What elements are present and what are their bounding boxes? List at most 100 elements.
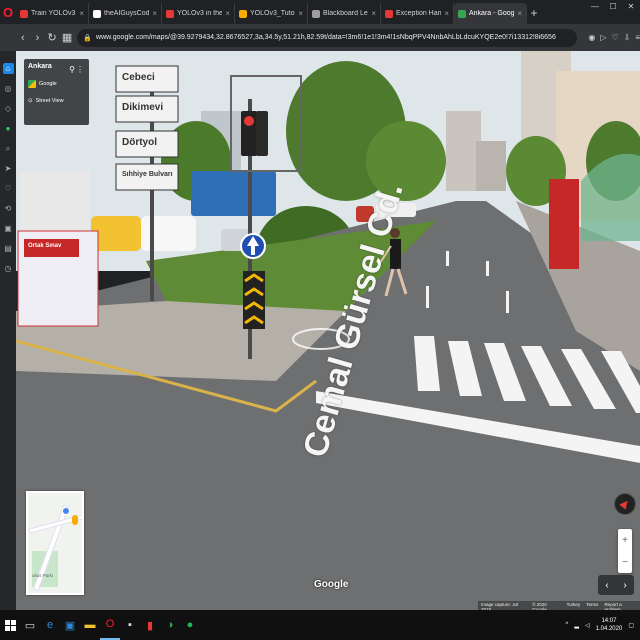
- navigation-arrows: ‹ ›: [598, 575, 634, 595]
- download-icon[interactable]: ⇩: [624, 33, 631, 42]
- network-icon[interactable]: ▂: [574, 622, 579, 629]
- windows-icon: [4, 619, 16, 631]
- tab-title: Train YOLOv3 Custom Object: [31, 10, 76, 17]
- pin-icon[interactable]: ⚲: [69, 65, 75, 74]
- url-field[interactable]: 🔒 www.google.com/maps/@39.9279434,32.867…: [77, 28, 578, 47]
- opera-taskbar-icon[interactable]: O: [100, 610, 120, 640]
- report-link[interactable]: Report a problem: [604, 602, 637, 610]
- address-bar: ‹ › ↻ ▦ 🔒 www.google.com/maps/@39.927943…: [0, 24, 640, 51]
- arrow-right-icon[interactable]: ›: [623, 580, 626, 591]
- new-tab-button[interactable]: +: [527, 3, 541, 24]
- zoom-controls: + −: [618, 529, 632, 573]
- favicon-icon: [239, 9, 247, 18]
- url-text: www.google.com/maps/@39.9279434,32.86765…: [96, 34, 556, 41]
- edge-icon[interactable]: e: [40, 610, 60, 640]
- whatsapp-icon[interactable]: ●: [3, 123, 14, 134]
- close-tab-icon[interactable]: ×: [298, 9, 303, 18]
- send-icon[interactable]: ➤: [3, 163, 14, 174]
- close-window-icon[interactable]: ✕: [622, 0, 640, 14]
- zoom-in-button[interactable]: +: [622, 535, 628, 546]
- country: Turkey: [566, 602, 581, 607]
- search-icon[interactable]: ⌕: [3, 143, 14, 154]
- minimap[interactable]: ultus Parkı: [26, 491, 84, 595]
- close-tab-icon[interactable]: ×: [79, 9, 84, 18]
- compass-icon[interactable]: [614, 493, 636, 515]
- minimap-label: ultus Parkı: [32, 573, 54, 578]
- forward-icon[interactable]: ›: [33, 32, 43, 44]
- capture-date: Image capture: Jul 2018: [481, 602, 519, 610]
- start-button[interactable]: [0, 610, 20, 640]
- favicon-icon: [20, 9, 28, 18]
- news-icon[interactable]: ▤: [3, 243, 14, 254]
- tab-1[interactable]: theAIGuysCode/OIDv4×: [89, 3, 162, 24]
- google-maps-icon: [28, 80, 36, 88]
- address-card[interactable]: Ankara ⚲ ⋮ Google ⊙ Street View: [24, 59, 89, 125]
- close-tab-icon[interactable]: ×: [152, 9, 157, 18]
- favicon-icon: [385, 9, 393, 18]
- tab-title: YOLOv3_Tutorial.ipynb: [250, 10, 295, 17]
- clock[interactable]: 14:07 1.04.2020: [596, 617, 623, 633]
- file-explorer-icon[interactable]: ▬: [80, 610, 100, 640]
- banner-text: Ortak Sınav: [28, 243, 62, 249]
- chevron-up-icon[interactable]: ^: [566, 622, 569, 628]
- tab-title: Exception Handling 1: [396, 10, 442, 17]
- close-tab-icon[interactable]: ×: [444, 9, 449, 18]
- maximize-icon[interactable]: ☐: [604, 0, 622, 14]
- map-footer: Image capture: Jul 2018 © 2020 Google Tu…: [478, 601, 640, 610]
- tab-title: Blackboard Learn: [323, 10, 368, 17]
- street-view-panorama[interactable]: [16, 51, 640, 610]
- tab-0[interactable]: Train YOLOv3 Custom Object×: [16, 3, 89, 24]
- street-view[interactable]: Cebeci Dikimevi Dörtyol Sıhhiye Bulvarı …: [16, 51, 640, 610]
- menu-icon[interactable]: ≡: [635, 33, 640, 42]
- favicon-icon: [458, 9, 466, 18]
- lock-icon: 🔒: [83, 34, 93, 42]
- volume-icon[interactable]: ◁: [585, 622, 590, 629]
- tab-2[interactable]: YOLOv3 in the CLOUD×: [162, 3, 235, 24]
- arrow-left-icon[interactable]: ‹: [605, 580, 608, 591]
- sign-sihhiye: Sıhhiye Bulvarı: [122, 171, 173, 178]
- time: 14:07: [601, 618, 617, 624]
- home-icon[interactable]: ⌂: [2, 63, 14, 74]
- spotify-icon[interactable]: ●: [180, 610, 200, 640]
- clock-icon[interactable]: ◷: [3, 263, 14, 274]
- vk-icon[interactable]: ◇: [3, 103, 14, 114]
- opera-logo-icon[interactable]: O: [0, 0, 16, 24]
- pegman-icon[interactable]: [72, 515, 78, 525]
- notifications-icon[interactable]: ▢: [628, 622, 634, 629]
- tab-title: Ankara - Google Maps: [469, 10, 515, 17]
- task-view-icon[interactable]: ▭: [20, 610, 40, 640]
- street-view-label: Street View: [35, 98, 64, 104]
- close-tab-icon[interactable]: ×: [371, 9, 376, 18]
- zoom-out-button[interactable]: −: [622, 557, 628, 568]
- window-controls: — ☐ ✕: [586, 0, 640, 14]
- close-tab-icon[interactable]: ×: [517, 9, 522, 18]
- media-icon[interactable]: ▮: [140, 610, 160, 640]
- tab-3[interactable]: YOLOv3_Tutorial.ipynb×: [235, 3, 308, 24]
- messenger-icon[interactable]: ◎: [3, 83, 14, 94]
- terminal-icon[interactable]: ▪: [120, 610, 140, 640]
- close-tab-icon[interactable]: ×: [225, 9, 230, 18]
- minimize-icon[interactable]: —: [586, 0, 604, 14]
- heart-icon[interactable]: ♡: [3, 183, 14, 194]
- location-dot-icon: [62, 507, 70, 515]
- tab-4[interactable]: Blackboard Learn×: [308, 3, 381, 24]
- system-tray: ^ ▂ ◁ 14:07 1.04.2020 ▢: [566, 610, 634, 640]
- date: 1.04.2020: [595, 626, 623, 632]
- reload-icon[interactable]: ↻: [47, 31, 57, 44]
- more-options-icon[interactable]: ⋮: [76, 65, 84, 74]
- tabs-overview-icon[interactable]: ▦: [62, 31, 72, 44]
- favicon-icon: [93, 9, 101, 18]
- camera-icon[interactable]: ◉: [588, 33, 595, 42]
- tab-6[interactable]: Ankara - Google Maps×: [454, 3, 527, 24]
- history-icon[interactable]: ⟲: [3, 203, 14, 214]
- heart-icon[interactable]: ♡: [611, 33, 618, 42]
- tab-5[interactable]: Exception Handling 1×: [381, 3, 454, 24]
- toolbar-icons: ◉ ▷ ♡ ⇩ ≡: [588, 33, 640, 42]
- back-icon[interactable]: ‹: [18, 32, 28, 44]
- store-icon[interactable]: ▣: [60, 610, 80, 640]
- provider-label: Google: [39, 81, 57, 87]
- extensions-icon[interactable]: ▣: [3, 223, 14, 234]
- play-icon[interactable]: ▷: [600, 33, 606, 42]
- terms-link[interactable]: Terms: [586, 602, 598, 610]
- android-icon[interactable]: ◑: [160, 610, 180, 640]
